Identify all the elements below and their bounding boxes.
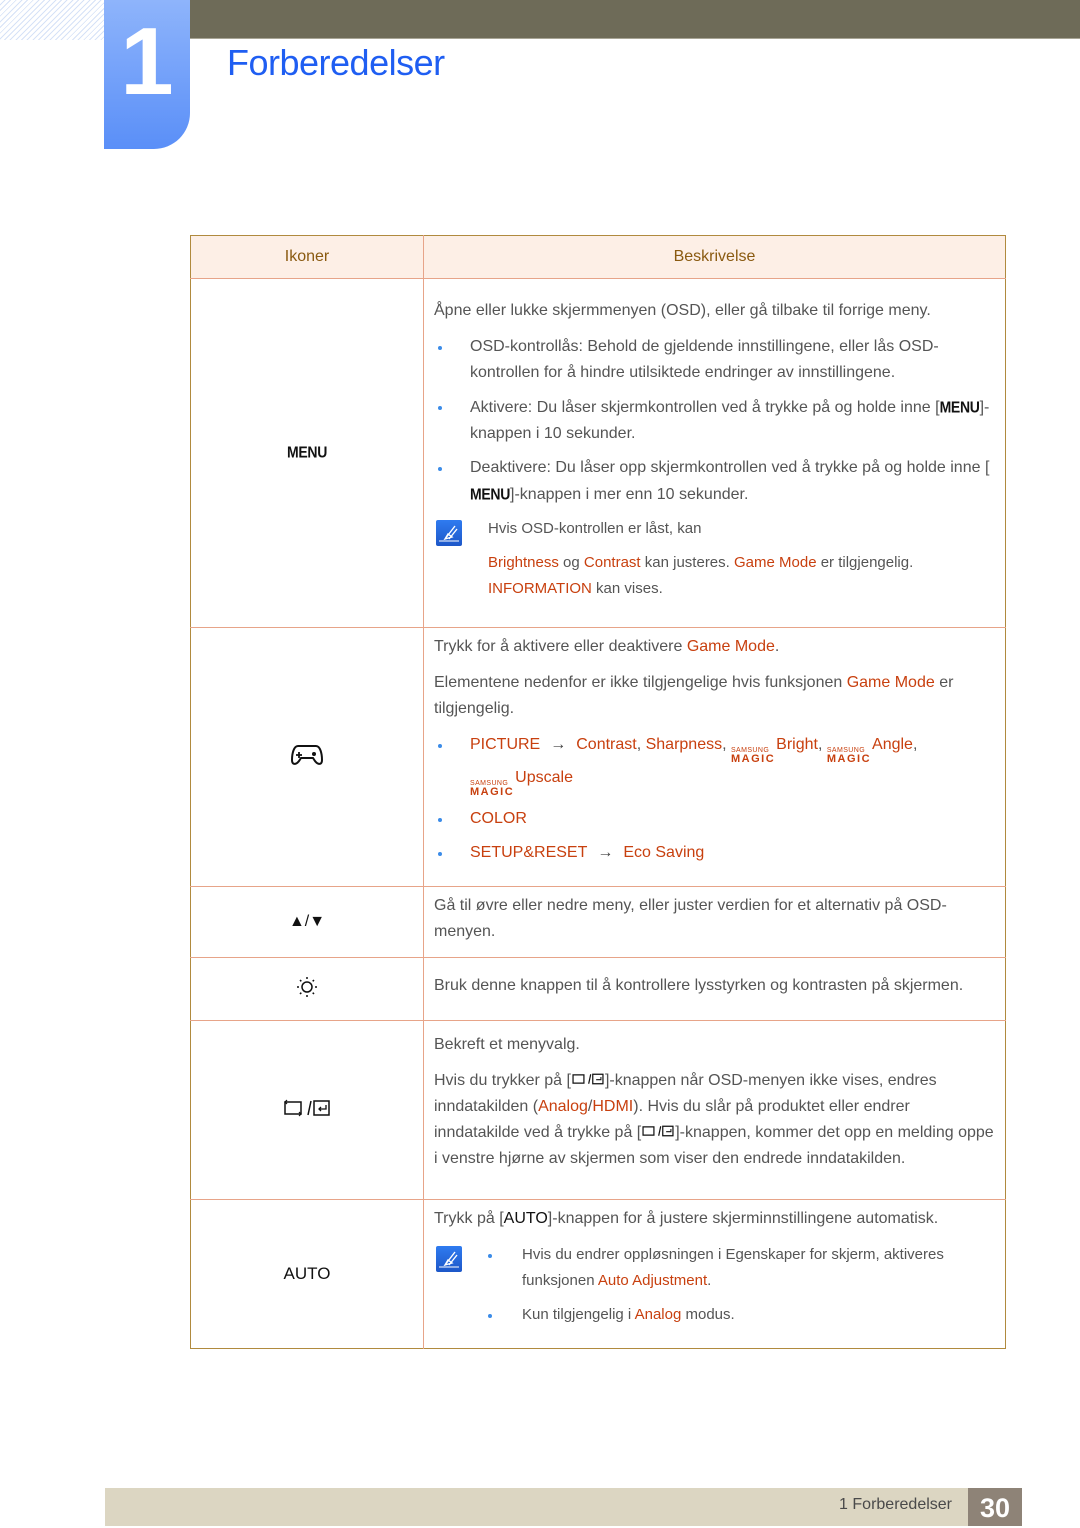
brightness-text: Bruk denne knappen til å kontrollere lys… [434,977,964,994]
list-item: Kun tilgjengelig i Analog modus. [488,1302,995,1328]
decorative-hatch [0,0,104,40]
table-row-updown: ▲/▼ Gå til øvre eller nedre meny, eller … [190,886,1006,958]
icon-cell [190,957,424,1021]
note: Hvis du endrer oppløsningen i Egenskaper… [434,1242,995,1336]
icon-cell: ▲/▼ [190,886,424,958]
icon-cell: AUTO [190,1199,424,1349]
list-item: SETUP&RESET → Eco Saving [434,840,995,866]
brightness-sun-icon [296,976,318,1002]
icon-cell [190,627,424,887]
list-item: Hvis du endrer oppløsningen i Egenskaper… [488,1242,995,1294]
description-cell: Trykk for å aktivere eller deaktivere Ga… [423,627,1006,887]
note: Hvis OSD-kontrollen er låst, kan Brightn… [434,516,995,602]
auto-intro: Trykk på [AUTO]-knappen for å justere sk… [434,1210,939,1227]
chapter-title: Forberedelser [227,42,445,83]
note-line: Brightness og Contrast kan justeres. Gam… [488,554,914,571]
footer: 1 Forberedelser 30 [105,1488,1022,1526]
source-desc: Hvis du trykker på []-knappen når OSD-me… [434,1072,994,1167]
list-item: PICTURE → Contrast, Sharpness, SAMSUNG MAGI… [434,732,995,798]
game-intro: Trykk for å aktivere eller deaktivere Ga… [434,638,780,655]
chapter-number: 1 [120,8,174,115]
icon-cell: MENU [190,278,424,628]
header-description: Beskrivelse [423,235,1006,279]
auto-icon: AUTO [283,1264,331,1283]
icon-cell [190,1020,424,1200]
description-cell: Bekreft et menyvalg. Hvis du trykker på … [423,1020,1006,1200]
menu-intro: Åpne eller lukke skjermmenyen (OSD), ell… [434,302,931,319]
samsung-magic-logo: SAMSUNG MAGIC [826,747,872,765]
samsung-magic-logo: SAMSUNG MAGIC [730,747,776,765]
list-item: OSD-kontrollås: Behold de gjeldende inns… [434,334,995,386]
description-cell: Åpne eller lukke skjermmenyen (OSD), ell… [423,278,1006,628]
note-line: INFORMATION kan vises. [488,580,663,597]
header-icons: Ikoner [190,235,424,279]
source-enter-icon [282,1099,332,1122]
description-cell: Trykk på [AUTO]-knappen for å justere sk… [424,1200,1006,1349]
source-intro: Bekreft et menyvalg. [434,1036,580,1053]
list-item: Deaktivere: Du låser opp skjermkontrolle… [434,455,995,508]
table-row-game: Trykk for å aktivere eller deaktivere Ga… [190,627,1006,887]
buttons-table: Ikoner Beskrivelse MENU Åpne eller lukke… [190,235,1006,1349]
note-pencil-icon [436,1246,462,1272]
table-header-row: Ikoner Beskrivelse [190,235,1006,279]
samsung-magic-logo: SAMSUNG MAGIC [470,780,515,798]
table-row-source: Bekreft et menyvalg. Hvis du trykker på … [190,1020,1006,1200]
list-item: Aktivere: Du låser skjermkontrollen ved … [434,394,995,447]
table-row-menu: MENU Åpne eller lukke skjermmenyen (OSD)… [190,278,1006,628]
chapter-tab: 1 [104,0,190,149]
game-bullets: PICTURE → Contrast, Sharpness, SAMSUNG MAGI… [434,732,995,866]
description-cell: Bruk denne knappen til å kontrollere lys… [423,957,1006,1021]
page-number: 30 [968,1488,1022,1526]
description-cell: Gå til øvre eller nedre meny, eller just… [423,886,1006,958]
footer-section: 1 Forberedelser [839,1496,952,1513]
list-item: COLOR [434,806,995,832]
menu-bullets: OSD-kontrollås: Behold de gjeldende inns… [434,334,995,508]
header-bar [190,0,1080,39]
menu-icon: MENU [286,442,328,462]
menu-key-icon: MENU [470,484,511,504]
table-row-auto: AUTO Trykk på [AUTO]-knappen for å juste… [190,1199,1006,1349]
table-row-brightness: Bruk denne knappen til å kontrollere lys… [190,957,1006,1021]
game-desc: Elementene nedenfor er ikke tilgjengelig… [434,674,954,717]
updown-text: Gå til øvre eller nedre meny, eller just… [434,897,947,940]
source-key-icon [571,1072,605,1089]
source-key-icon [641,1124,675,1141]
note-line: Hvis OSD-kontrollen er låst, kan [488,520,702,537]
gamepad-icon [290,744,324,771]
up-down-arrow-icon: ▲/▼ [288,913,326,930]
note-pencil-icon [436,520,462,546]
menu-key-icon: MENU [939,397,980,417]
